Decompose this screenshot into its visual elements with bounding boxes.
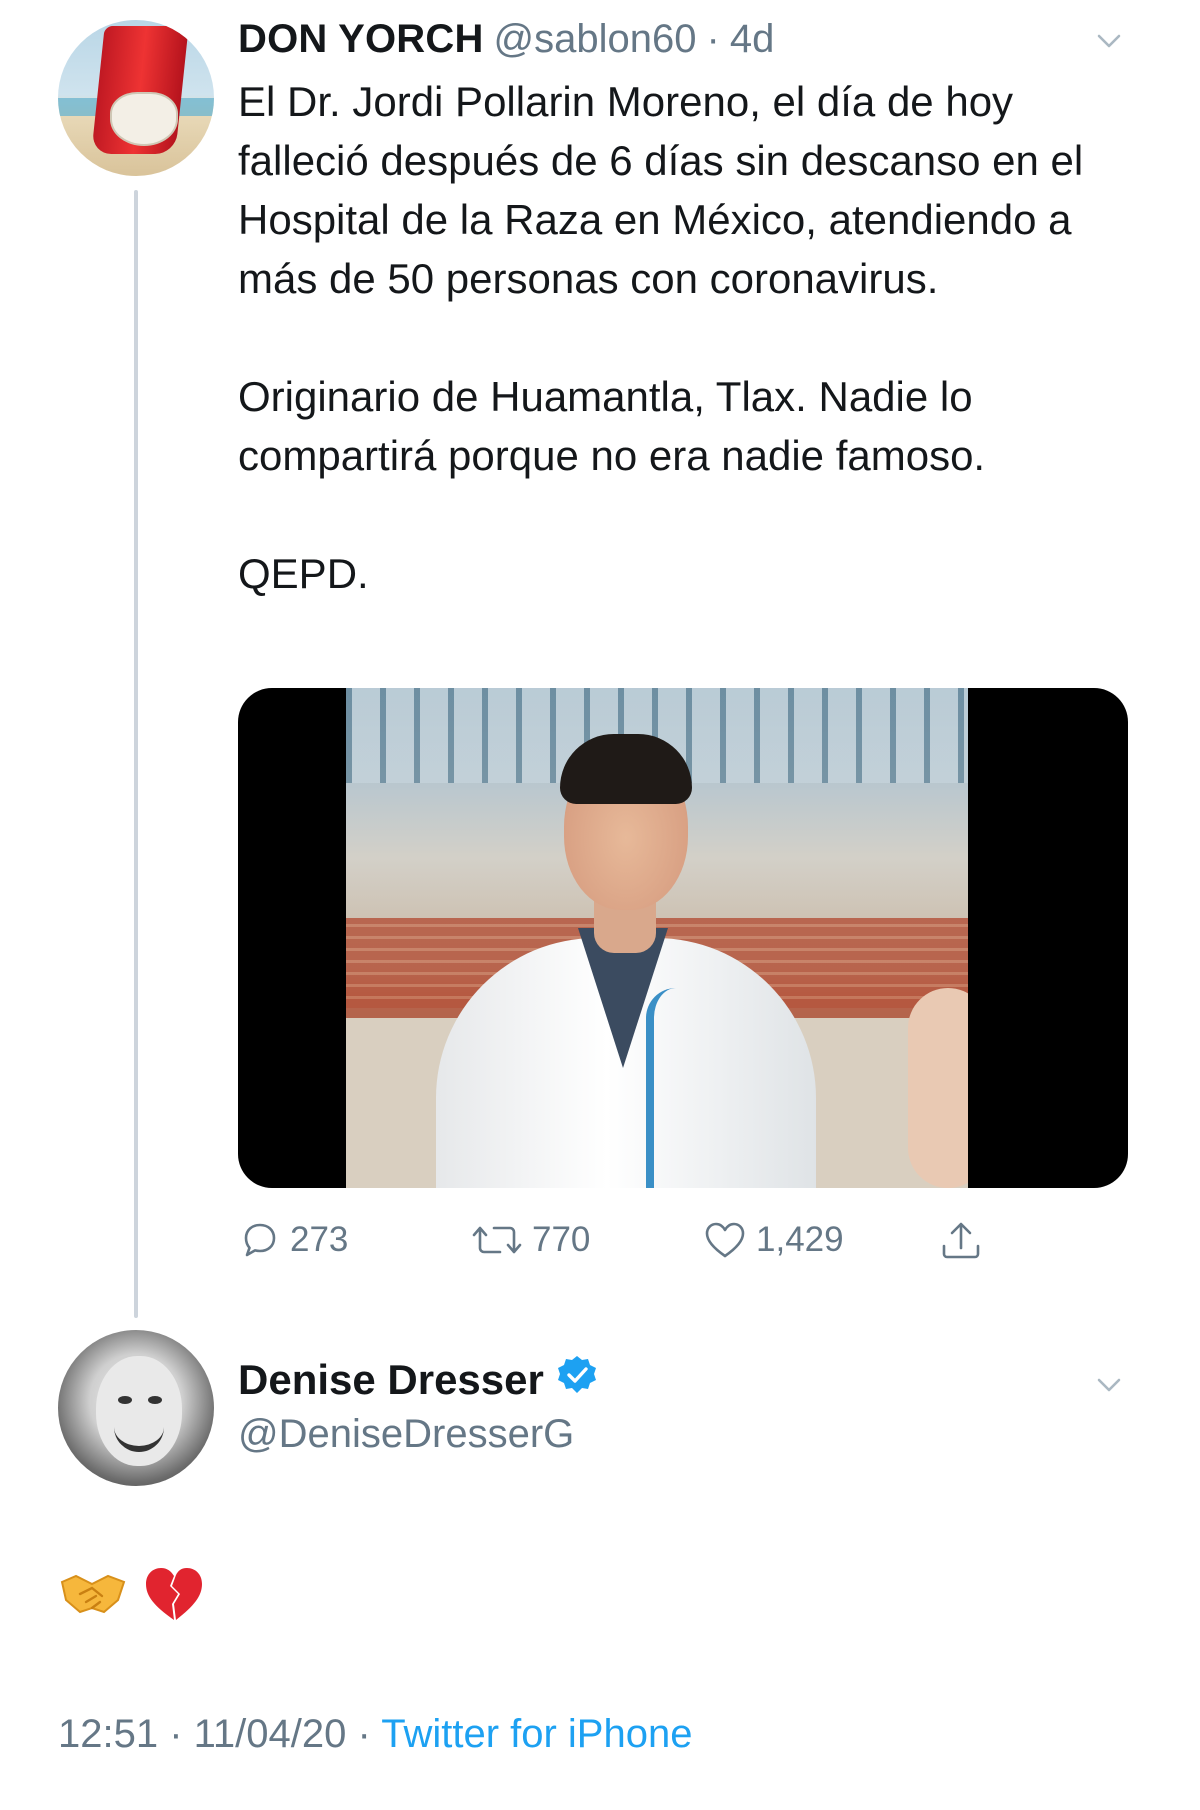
share-button[interactable]: [938, 1218, 984, 1264]
chevron-down-icon[interactable]: [1096, 28, 1122, 59]
heart-icon: [702, 1218, 748, 1262]
thread-connector-line: [134, 190, 138, 1318]
avatar-denise-dresser[interactable]: [58, 1330, 214, 1486]
meta-separator: ·: [346, 1712, 382, 1756]
user-handle[interactable]: @sablon60: [494, 17, 697, 62]
broken-heart-icon: [142, 1564, 206, 1629]
like-button[interactable]: 1,429: [702, 1218, 844, 1262]
tweet1-header: DON YORCH @sablon60 · 4d: [238, 14, 774, 64]
display-name[interactable]: DON YORCH: [238, 17, 484, 62]
tweet-time[interactable]: 12:51: [58, 1712, 158, 1756]
tweet-date[interactable]: 11/04/20: [194, 1712, 347, 1756]
tweet1-body: El Dr. Jordi Pollarin Moreno, el día de …: [238, 72, 1138, 603]
tweet-source-link[interactable]: Twitter for iPhone: [381, 1712, 692, 1756]
share-icon: [938, 1218, 984, 1264]
chevron-down-icon[interactable]: [1096, 1372, 1122, 1403]
display-name[interactable]: Denise Dresser: [238, 1356, 544, 1404]
tweet-paragraph: El Dr. Jordi Pollarin Moreno, el día de …: [238, 78, 1084, 302]
avatar-don-yorch[interactable]: [58, 20, 214, 176]
tweet-paragraph: QEPD.: [238, 550, 369, 597]
tweet-paragraph: Originario de Huamantla, Tlax. Nadie lo …: [238, 373, 986, 479]
meta-separator: ·: [158, 1712, 194, 1756]
user-handle[interactable]: @DeniseDresserG: [238, 1412, 574, 1457]
retweet-icon: [470, 1218, 524, 1262]
retweet-button[interactable]: 770: [470, 1218, 590, 1262]
separator-dot: ·: [706, 16, 720, 61]
verified-badge-icon: [556, 1354, 598, 1406]
reply-button[interactable]: 273: [238, 1218, 348, 1262]
tweet-media-image[interactable]: [238, 688, 1128, 1188]
tweet2-header: Denise Dresser: [238, 1352, 598, 1408]
tweet-actions-bar: 273 770 1,429: [238, 1218, 998, 1274]
tweet-meta-line: 12:51 · 11/04/20 · Twitter for iPhone: [58, 1712, 692, 1757]
retweet-count: 770: [532, 1220, 591, 1259]
tweet2-body: [58, 1564, 206, 1629]
doctor-photo: [346, 688, 968, 1188]
tweet-age[interactable]: 4d: [730, 17, 775, 62]
like-count: 1,429: [756, 1220, 844, 1259]
handshake-icon: [58, 1564, 128, 1629]
reply-count: 273: [290, 1220, 349, 1259]
reply-icon: [238, 1218, 282, 1262]
